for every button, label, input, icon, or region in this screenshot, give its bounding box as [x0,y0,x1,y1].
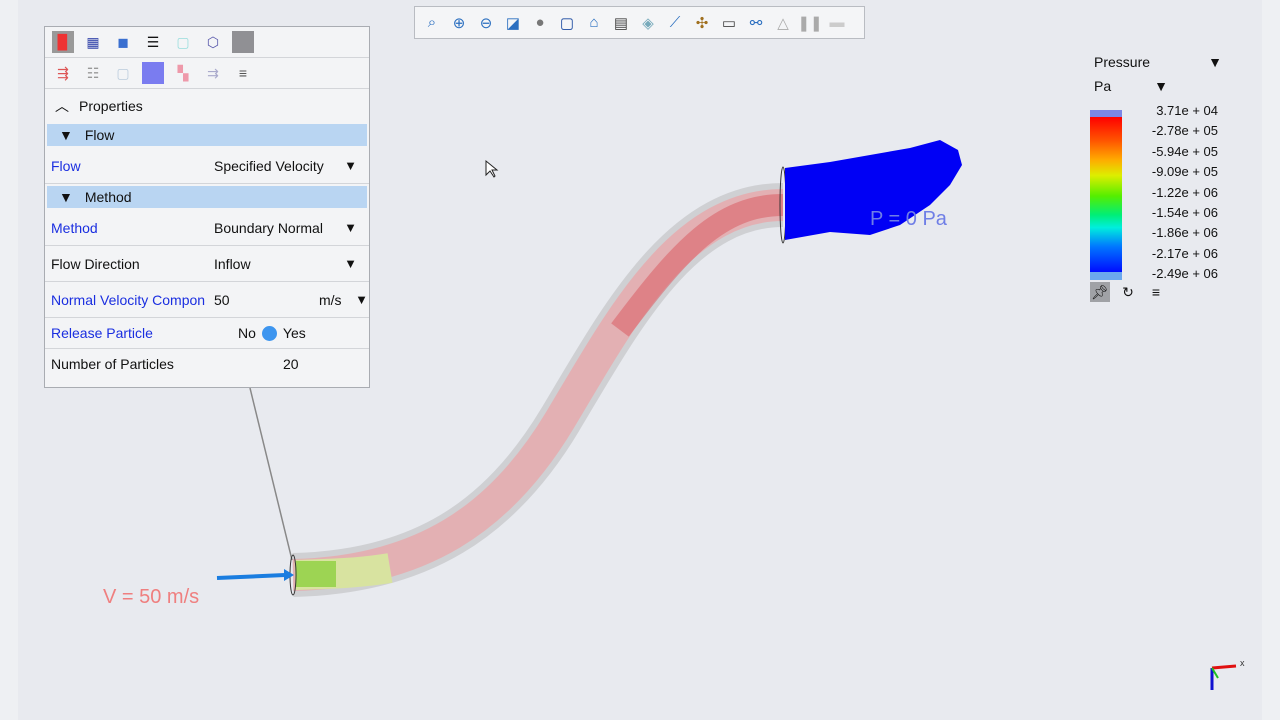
screenshot-icon[interactable]: ▤ [610,12,632,34]
streamline-icon[interactable]: ⇶ [52,62,74,84]
properties-panel: ▉ ▦ ◼ ☰ ▢ ⬡ ⇶ ☷ ▢ ▚ ⇉ ≡ ︿ Properties ▼ Flo… [44,26,370,388]
box-view-icon[interactable]: ▢ [556,12,578,34]
leader-line [249,387,293,561]
section-method[interactable]: ▼ Method [47,186,367,208]
unit-select[interactable]: m/s [319,292,342,308]
dropdown-arrow-icon[interactable]: ▼ [344,256,357,271]
color-bar-min [1090,272,1122,280]
properties-header[interactable]: ︿ Properties [45,89,369,122]
blue-square-icon[interactable] [142,62,164,84]
zoom-box-icon[interactable]: ◪ [502,12,524,34]
view-toolbar: ⌕ ⊕ ⊖ ◪ ● ▢ ⌂ ▤ ◈ ⟋ ✣ ▭ ⚯ △ ❚❚ ▬ [414,6,865,39]
legend-tick: -5.94e + 05 [1151,143,1218,159]
panel-toolbar-1: ▉ ▦ ◼ ☰ ▢ ⬡ [45,27,369,58]
toggle-knob[interactable] [261,325,277,341]
section-icon[interactable]: ⟋ [664,12,686,34]
velocity-annotation: V = 50 m/s [103,586,200,608]
dropdown-arrow-icon: ▼ [1154,78,1168,94]
velocity-arrow [216,573,286,580]
mouse-cursor-icon [485,159,499,178]
chevron-up-icon: ︿ [55,97,69,114]
shading-icon[interactable]: ● [529,12,551,34]
inlet-particles [296,561,336,587]
legend-tick: -1.22e + 06 [1151,184,1218,200]
menu-icon[interactable]: ≡ [1146,282,1166,302]
home-view-icon[interactable]: ⌂ [583,12,605,34]
wire-cube-icon[interactable]: ⬡ [202,31,224,53]
solid-icon[interactable]: ◼ [112,31,134,53]
refresh-icon[interactable]: ↻ [1118,282,1138,302]
color-swatch-icon[interactable] [232,31,254,53]
legend-tick: 3.71e + 04 [1156,103,1218,118]
ghost-cube-icon[interactable]: ▢ [112,62,134,84]
triangle-icon[interactable]: △ [772,12,794,34]
legend-tick: -2.49e + 06 [1151,266,1218,282]
legend-tick: -1.54e + 06 [1151,205,1218,220]
zoom-out-icon[interactable]: ⊖ [475,12,497,34]
row-release-particle: Release Particle No Yes [45,318,369,349]
pause-icon[interactable]: ❚❚ [797,12,822,34]
triangle-down-icon: ▼ [59,189,73,205]
display-icon[interactable]: ▭ [718,12,740,34]
dropdown-arrow-icon[interactable]: ▼ [344,220,357,235]
panel-toolbar-2: ⇶ ☷ ▢ ▚ ⇉ ≡ [45,58,369,89]
row-flow-direction: Flow Direction Inflow ▼ [45,246,369,282]
num-particles-input[interactable]: 20 [208,356,369,372]
contour-icon[interactable]: ▉ [52,31,74,53]
row-normal-velocity: Normal Velocity Compon 50 m/s ▼ [45,282,369,318]
svg-text:x: x [1240,658,1245,668]
row-method: Method Boundary Normal ▼ [45,210,369,246]
row-num-particles: Number of Particles 20 [45,349,369,379]
dropdown-arrow-icon[interactable]: ▼ [355,292,368,307]
legend-tick: -2.17e + 06 [1151,245,1218,261]
mesh-icon[interactable]: ▦ [82,31,104,53]
axes-icon[interactable]: ✣ [691,12,713,34]
row-flow: Flow Specified Velocity ▼ [45,148,369,184]
zoom-in-icon[interactable]: ⊕ [448,12,470,34]
graph-icon[interactable]: ⚯ [745,12,767,34]
dropdown-arrow-icon: ▼ [1208,54,1222,70]
checklist-icon[interactable]: ☷ [82,62,104,84]
legend-tick: -1.86e + 06 [1151,225,1218,241]
legend-tick: -9.09e + 05 [1151,164,1218,180]
split-square-icon[interactable]: ▚ [172,62,194,84]
list-icon[interactable]: ☰ [142,31,164,53]
release-particle-toggle[interactable]: No Yes [208,325,369,341]
normal-velocity-input[interactable]: 50 [208,292,369,308]
color-bar [1090,117,1122,275]
pressure-annotation: P = 0 Pa [870,208,947,230]
unit-select[interactable]: Pa ▼ [1088,74,1174,98]
menu-icon[interactable]: ≡ [232,62,254,84]
record-icon[interactable]: ▬ [826,12,848,34]
legend-tick: -2.78e + 05 [1151,123,1218,139]
vectors-icon[interactable]: ⇉ [202,62,224,84]
section-flow[interactable]: ▼ Flow [47,124,367,146]
zoom-fit-icon[interactable]: ⌕ [421,12,443,34]
dropdown-arrow-icon[interactable]: ▼ [344,158,357,173]
quantity-select[interactable]: Pressure ▼ [1088,50,1228,74]
transparency-icon[interactable]: ◈ [637,12,659,34]
triangle-down-icon: ▼ [59,127,73,143]
pin-icon[interactable]: 📌︎ [1090,282,1110,302]
color-legend: Pressure ▼ Pa ▼ 3.71e + 04 -2.78e + 05 -5.94… [1088,50,1228,302]
cube-icon[interactable]: ▢ [172,31,194,53]
axes-triad: x [1210,658,1245,690]
